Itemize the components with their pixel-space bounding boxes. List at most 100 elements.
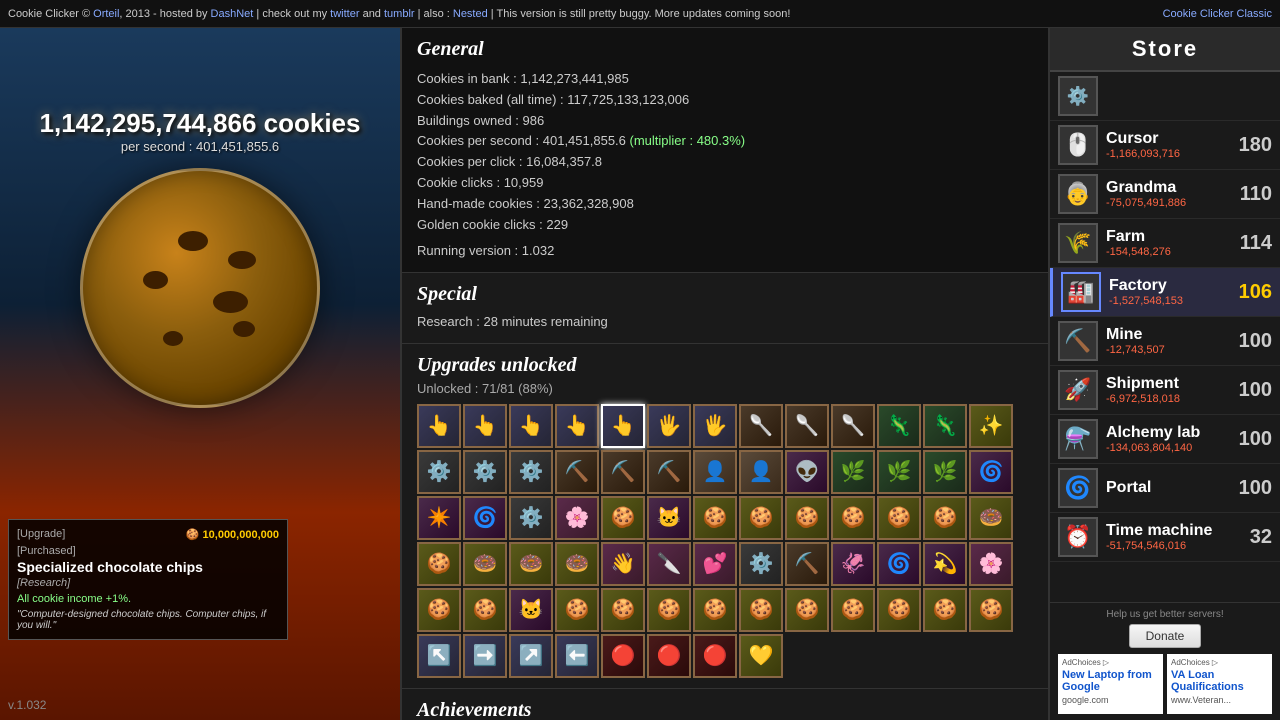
upgrade-item[interactable]: 🍪 (739, 496, 783, 540)
upgrade-item[interactable]: 🍪 (923, 496, 967, 540)
upgrade-item[interactable]: 💛 (739, 634, 783, 678)
twitter-link[interactable]: twitter (330, 8, 359, 20)
upgrade-item[interactable]: 🍪 (555, 588, 599, 632)
upgrade-item[interactable]: 🌸 (969, 542, 1013, 586)
upgrade-item[interactable]: 🍪 (693, 496, 737, 540)
upgrade-item[interactable]: 🍩 (463, 542, 507, 586)
upgrade-item[interactable]: 👽 (785, 450, 829, 494)
orteil-link[interactable]: Orteil (93, 8, 119, 20)
upgrade-item[interactable]: 🌀 (877, 542, 921, 586)
upgrade-item[interactable]: 🦎 (923, 404, 967, 448)
store-item-mine[interactable]: ⛏️ Mine -12,743,507 100 (1050, 317, 1280, 366)
upgrade-item[interactable]: 🦎 (877, 404, 921, 448)
upgrade-item[interactable]: ⚙️ (739, 542, 783, 586)
upgrade-item[interactable]: 🍪 (601, 496, 645, 540)
upgrade-item[interactable]: 🌀 (969, 450, 1013, 494)
upgrade-item[interactable]: 🔪 (647, 542, 691, 586)
store-item-time-machine[interactable]: ⏰ Time machine -51,754,546,016 32 (1050, 513, 1280, 562)
upgrade-item[interactable]: ✴️ (417, 496, 461, 540)
upgrade-item[interactable]: 🍪 (601, 588, 645, 632)
store-item-farm[interactable]: 🌾 Farm -154,548,276 114 (1050, 219, 1280, 268)
upgrade-item[interactable]: 🌿 (831, 450, 875, 494)
upgrade-item[interactable]: 🥄 (785, 404, 829, 448)
upgrade-item[interactable]: 🍪 (923, 588, 967, 632)
upgrade-item[interactable]: 👆 (417, 404, 461, 448)
upgrade-item[interactable]: 🍪 (877, 496, 921, 540)
upgrade-item[interactable]: ↗️ (509, 634, 553, 678)
upgrade-item[interactable]: 🌿 (923, 450, 967, 494)
upgrade-item[interactable]: 🍪 (463, 588, 507, 632)
upgrade-item[interactable]: 👤 (739, 450, 783, 494)
upgrade-item[interactable]: 🖐️ (693, 404, 737, 448)
stat-golden-clicks: Golden cookie clicks : 229 (417, 215, 1033, 236)
upgrade-item[interactable]: 🥄 (831, 404, 875, 448)
upgrade-item[interactable]: 🍪 (831, 588, 875, 632)
stat-cookies-baked: Cookies baked (all time) : 117,725,133,1… (417, 90, 1033, 111)
upgrade-item[interactable]: 🌀 (463, 496, 507, 540)
upgrade-item[interactable]: ⬅️ (555, 634, 599, 678)
big-cookie[interactable] (80, 168, 320, 408)
upgrade-item[interactable]: 🍪 (417, 542, 461, 586)
upgrade-item[interactable]: 🥄 (739, 404, 783, 448)
upgrade-item[interactable]: 👆 (463, 404, 507, 448)
upgrade-item[interactable]: ➡️ (463, 634, 507, 678)
dashnet-link[interactable]: DashNet (211, 8, 254, 20)
upgrade-item[interactable]: 👋 (601, 542, 645, 586)
upgrade-item[interactable]: 🐱 (509, 588, 553, 632)
upgrade-item[interactable]: 💫 (923, 542, 967, 586)
ad-box-2[interactable]: AdChoices ▷ VA Loan Qualifications www.V… (1167, 654, 1272, 714)
upgrade-item[interactable]: 🐱 (647, 496, 691, 540)
store-item-portal[interactable]: 🌀 Portal 100 (1050, 464, 1280, 513)
store-upgrade-icon[interactable]: ⚙️ (1058, 76, 1098, 116)
upgrade-item[interactable]: ↖️ (417, 634, 461, 678)
upgrade-item[interactable]: 🍩 (509, 542, 553, 586)
upgrade-item[interactable]: 🍩 (555, 542, 599, 586)
upgrade-item[interactable]: 👆 (601, 404, 645, 448)
upgrade-item[interactable]: 🍪 (877, 588, 921, 632)
upgrade-item[interactable]: 🍪 (785, 496, 829, 540)
upgrade-item[interactable]: 🍪 (969, 588, 1013, 632)
upgrade-item[interactable]: 🍪 (417, 588, 461, 632)
upgrade-item[interactable]: 🔴 (693, 634, 737, 678)
stats-title: General (417, 38, 1033, 61)
mine-cost: -12,743,507 (1106, 344, 1232, 356)
upgrade-item[interactable]: 👆 (509, 404, 553, 448)
ad-box-1[interactable]: AdChoices ▷ New Laptop from Google googl… (1058, 654, 1163, 714)
upgrade-item[interactable]: 🦑 (831, 542, 875, 586)
store-upgrade-icon-row: ⚙️ (1050, 72, 1280, 121)
store-item-grandma[interactable]: 👵 Grandma -75,075,491,886 110 (1050, 170, 1280, 219)
upgrade-item[interactable]: 🍪 (647, 588, 691, 632)
upgrade-item[interactable]: 🖐️ (647, 404, 691, 448)
upgrade-item[interactable]: 👆 (555, 404, 599, 448)
upgrade-item[interactable]: ⚙️ (509, 450, 553, 494)
upgrade-item[interactable]: 🍪 (831, 496, 875, 540)
store-item-shipment[interactable]: 🚀 Shipment -6,972,518,018 100 (1050, 366, 1280, 415)
special-title: Special (417, 283, 1033, 306)
upgrade-item[interactable]: 🍩 (969, 496, 1013, 540)
upgrade-item[interactable]: ⛏️ (785, 542, 829, 586)
upgrade-item[interactable]: ⚙️ (509, 496, 553, 540)
upgrade-item[interactable]: ⛏️ (601, 450, 645, 494)
nested-link[interactable]: Nested (453, 8, 488, 20)
upgrade-item[interactable]: 👤 (693, 450, 737, 494)
upgrade-item[interactable]: ⛏️ (555, 450, 599, 494)
upgrade-item[interactable]: 🍪 (785, 588, 829, 632)
upgrade-item[interactable]: 🌸 (555, 496, 599, 540)
upgrade-item[interactable]: ⚙️ (417, 450, 461, 494)
upgrade-item[interactable]: 🔴 (601, 634, 645, 678)
donate-button[interactable]: Donate (1129, 624, 1202, 648)
factory-name: Factory (1109, 277, 1232, 295)
store-item-cursor[interactable]: 🖱️ Cursor -1,166,093,716 180 (1050, 121, 1280, 170)
upgrade-item[interactable]: ⚙️ (463, 450, 507, 494)
upgrade-item[interactable]: ⛏️ (647, 450, 691, 494)
classic-link[interactable]: Cookie Clicker Classic (1163, 8, 1272, 20)
store-item-factory[interactable]: 🏭 Factory -1,527,548,153 106 (1050, 268, 1280, 317)
tumblr-link[interactable]: tumblr (384, 8, 415, 20)
upgrade-item[interactable]: 🌿 (877, 450, 921, 494)
upgrade-item[interactable]: ✨ (969, 404, 1013, 448)
upgrade-item[interactable]: 🍪 (693, 588, 737, 632)
upgrade-item[interactable]: 🍪 (739, 588, 783, 632)
upgrade-item[interactable]: 🔴 (647, 634, 691, 678)
store-item-alchemy[interactable]: ⚗️ Alchemy lab -134,063,804,140 100 (1050, 415, 1280, 464)
upgrade-item[interactable]: 💕 (693, 542, 737, 586)
